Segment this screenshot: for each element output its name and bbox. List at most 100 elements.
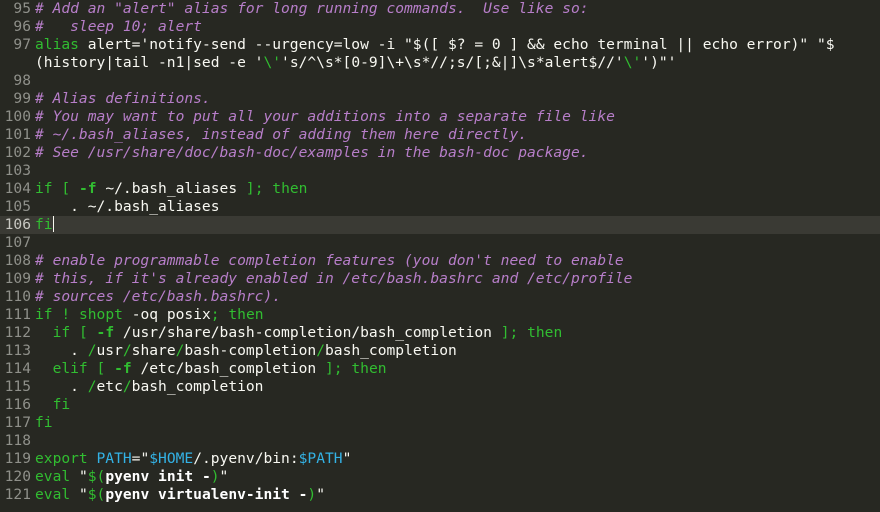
code-line[interactable]: 99 # Alias definitions.: [0, 90, 880, 108]
code-line[interactable]: 103: [0, 162, 880, 180]
code-line[interactable]: 110 # sources /etc/bash.bashrc).: [0, 288, 880, 306]
code-line[interactable]: 96 # sleep 10; alert: [0, 18, 880, 36]
token-keyword: eval: [35, 468, 71, 485]
code-line[interactable]: 119 export PATH="$HOME/.pyenv/bin:$PATH": [0, 450, 880, 468]
line-code[interactable]: if [ -f /usr/share/bash-completion/bash_…: [35, 324, 563, 342]
token-command: pyenv init -: [105, 468, 211, 485]
line-code[interactable]: fi: [35, 396, 71, 414]
token-plain: bash-completion: [184, 342, 317, 359]
line-number: 106: [4, 216, 31, 233]
line-code[interactable]: export PATH="$HOME/.pyenv/bin:$PATH": [35, 450, 351, 468]
code-line[interactable]: 100 # You may want to put all your additi…: [0, 108, 880, 126]
line-number: 102: [4, 144, 31, 161]
token-keyword: if: [35, 180, 53, 197]
line-code[interactable]: if [ -f ~/.bash_aliases ]; then: [35, 180, 307, 198]
line-number: 117: [4, 414, 31, 431]
line-code[interactable]: # Add an "alert" alias for long running …: [35, 0, 589, 18]
code-line[interactable]: 109 # this, if it's already enabled in /e…: [0, 270, 880, 288]
token-variable: $HOME: [149, 450, 194, 467]
code-lines[interactable]: 95 # Add an "alert" alias for long runnin…: [0, 0, 880, 504]
line-code[interactable]: . ~/.bash_aliases: [35, 198, 220, 216]
code-line[interactable]: 107: [0, 234, 880, 252]
token-plain: share: [131, 342, 176, 359]
line-code[interactable]: alias alert='notify-send --urgency=low -…: [35, 36, 835, 54]
code-line[interactable]: 113 . /usr/share/bash-completion/bash_co…: [0, 342, 880, 360]
line-code[interactable]: # Alias definitions.: [35, 90, 211, 108]
line-number: 103: [4, 162, 31, 179]
token-command: pyenv virtualenv-init -: [105, 486, 308, 503]
code-line[interactable]: 121 eval "$(pyenv virtualenv-init -)": [0, 486, 880, 504]
line-number: 113: [4, 342, 31, 359]
token-keyword: /: [87, 378, 97, 395]
line-number: 99: [13, 90, 31, 107]
line-code[interactable]: . /usr/share/bash-completion/bash_comple…: [35, 342, 457, 360]
code-editor[interactable]: 95 # Add an "alert" alias for long runnin…: [0, 0, 880, 512]
line-number: 118: [4, 432, 31, 449]
code-line[interactable]: 120 eval "$(pyenv init -)": [0, 468, 880, 486]
line-code[interactable]: if ! shopt -oq posix; then: [35, 306, 264, 324]
code-line[interactable]: 115 . /etc/bash_completion: [0, 378, 880, 396]
token-keyword: $(: [87, 468, 106, 485]
code-line[interactable]: 118: [0, 432, 880, 450]
token-plain: alert='notify-send --urgency=low -i "$([…: [78, 36, 835, 53]
code-line[interactable]: 111 if ! shopt -oq posix; then: [0, 306, 880, 324]
token-variable: $PATH: [298, 450, 343, 467]
code-line[interactable]: 98: [0, 72, 880, 90]
token-keyword: elif: [52, 360, 88, 377]
token-comment: # ~/.bash_aliases, instead of adding the…: [35, 126, 528, 143]
token-keyword: \': [263, 54, 282, 71]
code-line[interactable]: 101 # ~/.bash_aliases, instead of adding …: [0, 126, 880, 144]
code-line[interactable]: 117 fi: [0, 414, 880, 432]
line-code[interactable]: # You may want to put all your additions…: [35, 108, 615, 126]
token-plain: usr: [96, 342, 123, 359]
code-line[interactable]: (history|tail -n1|sed -e '\''s/^\s*[0-9]…: [0, 54, 880, 72]
token-plain: (history|tail -n1|sed -e ': [35, 54, 264, 71]
token-comment: # enable programmable completion feature…: [35, 252, 624, 269]
code-line[interactable]: 114 elif [ -f /etc/bash_completion ]; th…: [0, 360, 880, 378]
token-plain: ": [70, 468, 88, 485]
code-line[interactable]: 95 # Add an "alert" alias for long runnin…: [0, 0, 880, 18]
line-number: 98: [13, 72, 31, 89]
line-code[interactable]: # this, if it's already enabled in /etc/…: [35, 270, 632, 288]
line-code[interactable]: # sleep 10; alert: [35, 18, 202, 36]
token-keyword: ];: [325, 360, 343, 377]
line-code[interactable]: # enable programmable completion feature…: [35, 252, 624, 270]
token-keyword: /: [122, 378, 132, 395]
line-code[interactable]: fi: [35, 216, 54, 234]
token-plain: /.pyenv/bin:: [193, 450, 299, 467]
line-code[interactable]: fi: [35, 414, 53, 432]
code-line[interactable]: 112 if [ -f /usr/share/bash-completion/b…: [0, 324, 880, 342]
token-keyword: then: [351, 360, 387, 377]
code-line[interactable]: 102 # See /usr/share/doc/bash-doc/example…: [0, 144, 880, 162]
line-number: 114: [4, 360, 31, 377]
token-plain: ": [342, 450, 352, 467]
line-code[interactable]: (history|tail -n1|sed -e '\''s/^\s*[0-9]…: [35, 54, 676, 72]
token-keyword: then: [272, 180, 308, 197]
line-code[interactable]: # sources /etc/bash.bashrc).: [35, 288, 281, 306]
code-line[interactable]: 108 # enable programmable completion feat…: [0, 252, 880, 270]
token-comment: # sleep 10; alert: [35, 18, 202, 35]
code-line[interactable]: 97 alias alert='notify-send --urgency=low…: [0, 36, 880, 54]
token-variable: PATH: [96, 450, 132, 467]
line-code[interactable]: . /etc/bash_completion: [35, 378, 263, 396]
code-line[interactable]: 105 . ~/.bash_aliases: [0, 198, 880, 216]
line-code[interactable]: # ~/.bash_aliases, instead of adding the…: [35, 126, 527, 144]
token-plain: . ~/.bash_aliases: [35, 198, 220, 215]
token-plain: .: [35, 342, 88, 359]
line-code[interactable]: # See /usr/share/doc/bash-doc/examples i…: [35, 144, 589, 162]
line-code[interactable]: eval "$(pyenv init -)": [35, 468, 228, 486]
code-line[interactable]: 116 fi: [0, 396, 880, 414]
code-line[interactable]: 104 if [ -f ~/.bash_aliases ]; then: [0, 180, 880, 198]
code-line[interactable]: 106 fi: [0, 216, 880, 234]
token-keyword: ): [307, 486, 317, 503]
token-keyword: $(: [87, 486, 106, 503]
line-code[interactable]: eval "$(pyenv virtualenv-init -)": [35, 486, 325, 504]
line-code[interactable]: elif [ -f /etc/bash_completion ]; then: [35, 360, 387, 378]
token-flag: -f: [114, 360, 132, 377]
token-keyword: then: [228, 306, 264, 323]
token-plain: =": [131, 450, 150, 467]
